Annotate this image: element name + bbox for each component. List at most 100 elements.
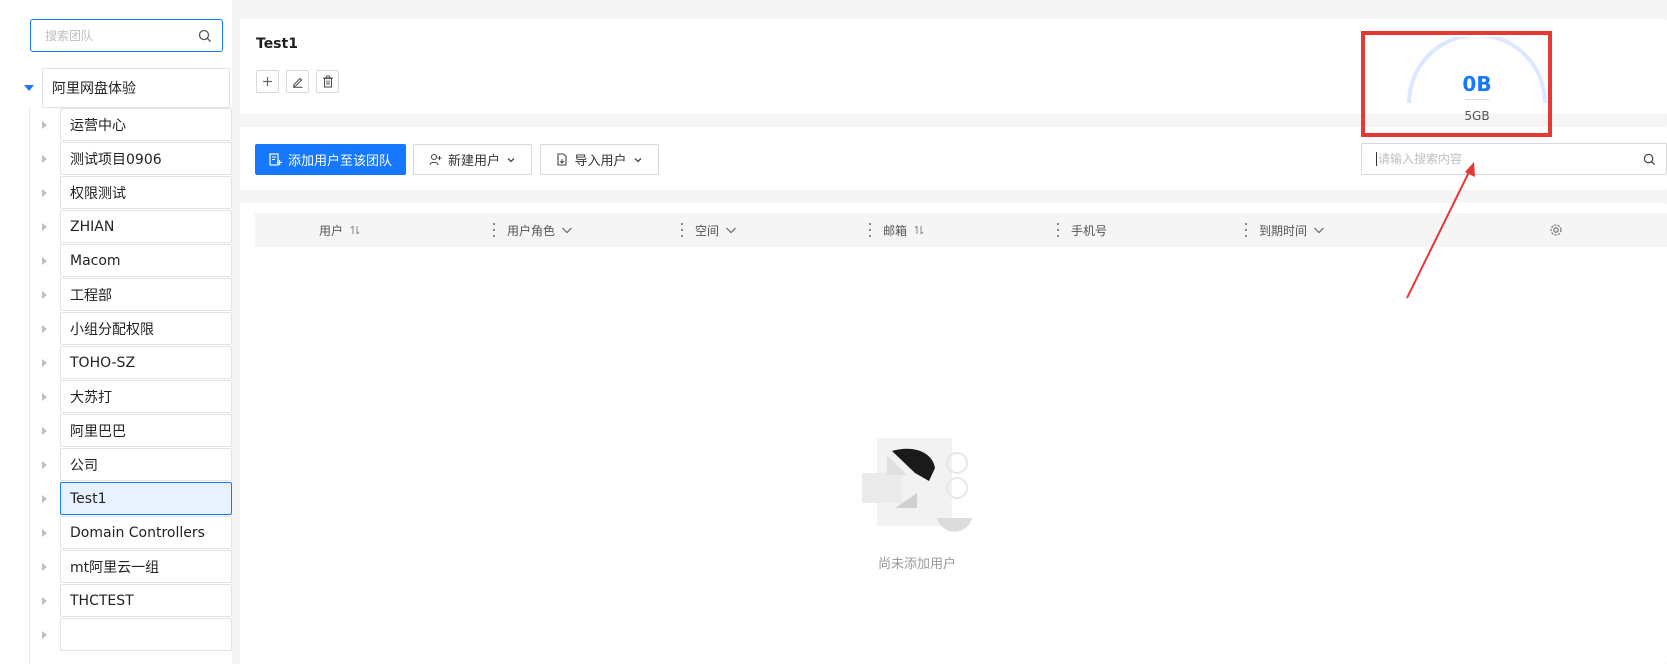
edit-team-button[interactable] <box>286 70 309 93</box>
tree-guide-line <box>29 108 30 664</box>
text-cursor <box>1376 152 1377 166</box>
annotation-highlight-box <box>1361 31 1552 137</box>
tree-item-label: 小组分配权限 <box>60 312 232 345</box>
user-search-box[interactable] <box>1361 143 1667 175</box>
tree-item-label: 运营中心 <box>60 108 232 141</box>
tree-item[interactable]: 权限测试 <box>38 176 232 209</box>
tree-item-label <box>60 618 232 651</box>
new-user-label: 新建用户 <box>447 154 500 169</box>
caret-right-icon[interactable] <box>42 494 47 503</box>
column-resize-handle[interactable] <box>1244 223 1247 237</box>
caret-right-icon[interactable] <box>42 222 47 231</box>
search-icon[interactable] <box>1643 153 1656 166</box>
column-header-email[interactable]: 邮箱 <box>883 213 925 247</box>
caret-right-icon[interactable] <box>42 256 47 265</box>
caret-right-icon[interactable] <box>42 562 47 571</box>
tree-item[interactable]: 大苏打 <box>38 380 232 413</box>
edit-icon <box>291 75 304 88</box>
chevron-down-icon[interactable] <box>561 225 573 235</box>
column-header-expiry[interactable]: 到期时间 <box>1259 213 1325 247</box>
chevron-down-icon <box>633 155 643 165</box>
tree-item[interactable]: mt阿里云一组 <box>38 550 232 583</box>
table-header: 用户 用户角色 空间 邮箱 手机号 到期时间 <box>255 213 1667 247</box>
chevron-down-icon[interactable] <box>725 225 737 235</box>
add-user-to-team-label: 添加用户至该团队 <box>287 154 392 169</box>
column-label: 邮箱 <box>883 223 908 238</box>
tree-item[interactable]: ZHIAN <box>38 210 232 243</box>
tree-item-label: 测试项目0906 <box>60 142 232 175</box>
column-label: 用户 <box>319 223 344 238</box>
tree-root-node[interactable]: 阿里网盘体验 <box>24 68 232 108</box>
column-label: 空间 <box>695 223 720 238</box>
tree-item-selected[interactable]: Test1 <box>38 482 232 515</box>
gear-icon[interactable] <box>1549 223 1563 237</box>
app-root: 阿里网盘体验 运营中心 测试项目0906 权限测试 ZHIAN Macom 工程… <box>0 0 1667 664</box>
tree-item[interactable]: 阿里巴巴 <box>38 414 232 447</box>
tree-item-label: 权限测试 <box>60 176 232 209</box>
user-search-input[interactable] <box>1378 152 1643 166</box>
tree-item[interactable]: THCTEST <box>38 584 232 617</box>
column-label: 手机号 <box>1071 223 1108 238</box>
tree-item[interactable]: 小组分配权限 <box>38 312 232 345</box>
tree-item[interactable]: Macom <box>38 244 232 277</box>
caret-right-icon[interactable] <box>42 630 47 639</box>
tree-item[interactable]: 运营中心 <box>38 108 232 141</box>
column-header-space[interactable]: 空间 <box>695 213 737 247</box>
caret-right-icon[interactable] <box>42 120 47 129</box>
caret-right-icon[interactable] <box>42 324 47 333</box>
search-icon[interactable] <box>198 29 212 43</box>
tree-item-label: 工程部 <box>60 278 232 311</box>
column-resize-handle[interactable] <box>680 223 683 237</box>
column-header-phone[interactable]: 手机号 <box>1071 213 1107 247</box>
tree-item-label: TOHO-SZ <box>60 346 232 379</box>
caret-right-icon[interactable] <box>42 154 47 163</box>
tree-item[interactable]: 工程部 <box>38 278 232 311</box>
tree-item[interactable]: TOHO-SZ <box>38 346 232 379</box>
delete-team-button[interactable] <box>316 70 339 93</box>
tree-item-label: Test1 <box>60 482 232 515</box>
column-header-role[interactable]: 用户角色 <box>507 213 573 247</box>
caret-right-icon[interactable] <box>42 392 47 401</box>
add-subteam-button[interactable] <box>256 70 279 93</box>
column-header-user[interactable]: 用户 <box>319 213 361 247</box>
tree-item[interactable]: Domain Controllers <box>38 516 232 549</box>
new-user-dropdown[interactable]: 新建用户 <box>413 144 532 175</box>
team-search-box[interactable] <box>30 19 223 52</box>
column-resize-handle[interactable] <box>1056 223 1059 237</box>
column-resize-handle[interactable] <box>868 223 871 237</box>
caret-right-icon[interactable] <box>42 188 47 197</box>
chevron-down-icon[interactable] <box>1313 225 1325 235</box>
caret-right-icon[interactable] <box>42 596 47 605</box>
caret-down-icon[interactable] <box>24 85 34 91</box>
column-settings[interactable] <box>1549 213 1563 247</box>
import-file-icon <box>556 153 568 166</box>
tree-item-label: Domain Controllers <box>60 516 232 549</box>
team-search-input[interactable] <box>45 28 198 43</box>
caret-right-icon[interactable] <box>42 290 47 299</box>
caret-right-icon[interactable] <box>42 358 47 367</box>
trash-icon <box>322 75 334 88</box>
tree-item-label: THCTEST <box>60 584 232 617</box>
empty-state: 尚未添加用户 <box>852 433 982 572</box>
sort-icon[interactable] <box>913 225 925 235</box>
tree-item-label: 阿里巴巴 <box>60 414 232 447</box>
team-sidebar: 阿里网盘体验 运营中心 测试项目0906 权限测试 ZHIAN Macom 工程… <box>0 0 232 664</box>
tree-item[interactable]: 测试项目0906 <box>38 142 232 175</box>
sort-icon[interactable] <box>349 225 361 235</box>
column-resize-handle[interactable] <box>492 223 495 237</box>
tree-item-label: ZHIAN <box>60 210 232 243</box>
import-users-dropdown[interactable]: 导入用户 <box>540 144 659 175</box>
tree-item[interactable]: 公司 <box>38 448 232 481</box>
caret-right-icon[interactable] <box>42 528 47 537</box>
caret-right-icon[interactable] <box>42 460 47 469</box>
users-table-card: 用户 用户角色 空间 邮箱 手机号 到期时间 尚未添加用户 <box>240 203 1667 664</box>
caret-right-icon[interactable] <box>42 426 47 435</box>
tree-item-label: 大苏打 <box>60 380 232 413</box>
add-user-to-team-button[interactable]: 添加用户至该团队 <box>255 144 406 175</box>
empty-illustration-icon <box>862 438 972 532</box>
column-label: 到期时间 <box>1259 223 1308 238</box>
tree-item-label: Macom <box>60 244 232 277</box>
tree-root-label: 阿里网盘体验 <box>42 68 230 108</box>
team-title: Test1 <box>256 36 298 52</box>
tree-item[interactable] <box>38 618 232 651</box>
